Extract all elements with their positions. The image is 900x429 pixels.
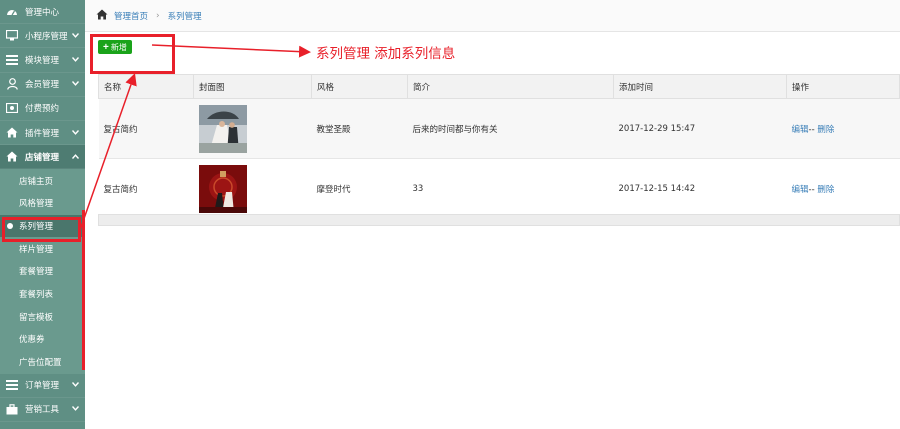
- subitem-label: 广告位配置: [19, 358, 62, 369]
- breadcrumb-separator-icon: ›: [156, 10, 160, 21]
- cover-image[interactable]: [198, 164, 247, 213]
- subitem-label: 店铺主页: [19, 176, 54, 187]
- sidebar-item-members[interactable]: 会员管理: [0, 73, 85, 97]
- action-separator: --: [808, 184, 815, 195]
- breadcrumb: 管理首页 › 系列管理: [85, 0, 900, 32]
- cell-time: 2017-12-15 14:42: [613, 158, 787, 219]
- main-content: 管理首页 › 系列管理 + 新增 名称 封面图 风格 简介 添加时间 操作 复古…: [85, 0, 900, 429]
- sidebar-subitem-styles[interactable]: 风格管理: [0, 192, 85, 215]
- sidebar-item-label: 店铺管理: [25, 152, 60, 163]
- action-separator: --: [808, 124, 815, 135]
- cell-style: 教堂圣殿: [311, 98, 408, 159]
- chevron-down-icon: [71, 55, 80, 65]
- cell-time: 2017-12-29 15:47: [613, 98, 787, 159]
- monitor-icon: [5, 29, 19, 43]
- edit-link[interactable]: 编辑: [792, 185, 809, 195]
- chevron-down-icon: [71, 128, 80, 138]
- home-icon: [5, 150, 19, 164]
- delete-link[interactable]: 删除: [817, 185, 834, 195]
- user-icon: [5, 77, 19, 91]
- sidebar-item-label: 插件管理: [25, 128, 60, 139]
- sidebar-item-dashboard[interactable]: 管理中心: [0, 0, 85, 25]
- sidebar-subitem-store-home[interactable]: 店铺主页: [0, 169, 85, 192]
- column-header-name: 名称: [98, 74, 194, 99]
- chevron-up-icon: [71, 152, 80, 162]
- edit-link[interactable]: 编辑: [792, 125, 809, 135]
- cell-name: 复古简约: [98, 158, 194, 219]
- breadcrumb-current: 系列管理: [167, 11, 202, 22]
- cell-name: 复古简约: [98, 98, 194, 159]
- cell-actions: 编辑-- 删除: [786, 98, 900, 159]
- delete-link[interactable]: 删除: [817, 125, 834, 135]
- briefcase-icon: [5, 402, 19, 416]
- sidebar-item-miniprogram[interactable]: 小程序管理: [0, 24, 85, 49]
- cell-intro: 后来的时间都与你有关: [407, 98, 614, 159]
- sidebar-subitem-ad-slots[interactable]: 广告位配置: [0, 350, 85, 374]
- sidebar-item-paid-booking[interactable]: 付费预约: [0, 97, 85, 121]
- column-header-actions: 操作: [786, 74, 900, 99]
- subitem-label: 套餐管理: [19, 267, 54, 278]
- cell-cover: [193, 98, 312, 159]
- sidebar-subitem-package-list[interactable]: 套餐列表: [0, 282, 85, 306]
- chevron-down-icon: [71, 79, 80, 89]
- sidebar-item-label: 模块管理: [25, 55, 60, 66]
- chevron-down-icon: [71, 31, 80, 41]
- home-icon: [96, 9, 108, 23]
- table-row: 复古简约 摩登时代 33 2017-12-15 14:42 编辑-- 删除: [98, 158, 900, 219]
- dashboard-icon: [5, 5, 19, 19]
- series-table: 名称 封面图 风格 简介 添加时间 操作 复古简约 教堂圣殿 后来的时间都与你有…: [98, 74, 900, 219]
- sidebar-item-store[interactable]: 店铺管理: [0, 145, 85, 170]
- breadcrumb-home-link[interactable]: 管理首页: [114, 10, 148, 22]
- cell-cover: [193, 158, 312, 219]
- subitem-label: 优惠券: [19, 335, 45, 346]
- sidebar-item-plugins[interactable]: 插件管理: [0, 121, 85, 146]
- cell-style: 摩登时代: [311, 158, 408, 219]
- list-icon: [5, 378, 19, 392]
- annotation-text: 系列管理 添加系列信息: [316, 46, 456, 62]
- sidebar-item-label: 小程序管理: [25, 31, 68, 42]
- cell-actions: 编辑-- 删除: [786, 158, 900, 219]
- subitem-label: 套餐列表: [19, 290, 54, 301]
- sidebar-subitem-message-templates[interactable]: 留言模板: [0, 305, 85, 329]
- annotation-box-series: [2, 217, 81, 242]
- cover-image[interactable]: [198, 104, 247, 153]
- subitem-label: 样片管理: [19, 244, 54, 255]
- sidebar-subitem-packages[interactable]: 套餐管理: [0, 260, 85, 283]
- sidebar-item-label: 会员管理: [25, 80, 60, 91]
- sidebar-item-label: 营销工具: [25, 405, 60, 416]
- sidebar-item-label: 付费预约: [25, 104, 60, 115]
- column-header-cover: 封面图: [193, 74, 312, 99]
- chevron-down-icon: [71, 404, 80, 414]
- column-header-intro: 简介: [407, 74, 614, 99]
- horizontal-scrollbar[interactable]: [98, 214, 900, 226]
- sidebar-subitem-coupons[interactable]: 优惠券: [0, 328, 85, 351]
- cell-intro: 33: [407, 158, 614, 219]
- subitem-label: 留言模板: [19, 312, 54, 323]
- column-header-style: 风格: [311, 74, 408, 99]
- sidebar-item-modules[interactable]: 模块管理: [0, 48, 85, 73]
- column-header-time: 添加时间: [613, 74, 787, 99]
- money-icon: [5, 101, 19, 115]
- subitem-label: 风格管理: [19, 199, 54, 210]
- home-icon: [5, 126, 19, 140]
- table-row: 复古简约 教堂圣殿 后来的时间都与你有关 2017-12-29 15:47 编辑…: [98, 98, 900, 159]
- sidebar-item-orders[interactable]: 订单管理: [0, 374, 85, 398]
- sidebar-item-label: 订单管理: [25, 381, 60, 392]
- annotation-line: [82, 210, 85, 370]
- sidebar-item-marketing[interactable]: 营销工具: [0, 398, 85, 422]
- annotation-box-add: [90, 34, 175, 74]
- sidebar: 管理中心 小程序管理 模块管理 会员管理 付费预约 插件管理 店铺管理 店铺主页…: [0, 0, 85, 429]
- table-header-row: 名称 封面图 风格 简介 添加时间 操作: [98, 74, 900, 99]
- list-icon: [5, 53, 19, 67]
- sidebar-item-label: 管理中心: [25, 7, 60, 18]
- chevron-down-icon: [71, 380, 80, 390]
